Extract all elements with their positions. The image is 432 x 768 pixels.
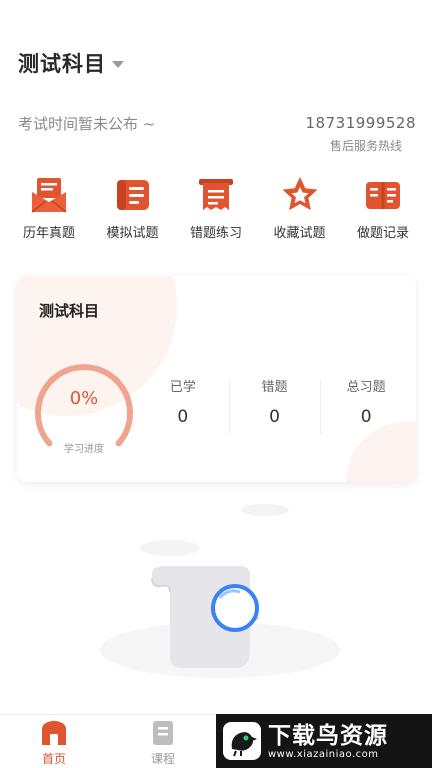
home-icon [42, 721, 66, 745]
course-icon [153, 721, 173, 745]
menu-label-past-exams: 历年真题 [22, 226, 75, 241]
subject-title: 测试科目 [18, 52, 106, 76]
subject-selector[interactable]: 测试科目 [18, 48, 124, 78]
card-subject-title: 测试科目 [39, 302, 100, 320]
menu-item-favorites[interactable]: 收藏试题 [263, 174, 337, 241]
tab-home[interactable]: 首页 [22, 719, 86, 767]
menu-label-wrong-questions: 错题练习 [189, 226, 242, 241]
hotline-label: 售后服务热线 [329, 139, 402, 153]
stat-total[interactable]: 总习题 0 [320, 376, 412, 434]
menu-label-favorites: 收藏试题 [273, 226, 326, 241]
exam-time-text: 考试时间暂未公布 ~ [18, 115, 156, 133]
empty-state-illustration [100, 504, 340, 678]
progress-card[interactable]: 测试科目 0% 学习进度 已学 0 错题 0 总习题 0 [17, 276, 416, 482]
star-icon [279, 174, 321, 216]
tab-course-label: 课程 [150, 752, 175, 766]
tab-course[interactable]: 课程 [131, 719, 195, 767]
stat-label: 错题 [261, 380, 288, 395]
card-decoration [346, 422, 416, 482]
watermark-url: www.xiazainiao.com [268, 748, 379, 760]
progress-percent: 0% [69, 388, 99, 409]
menu-label-mock-exams: 模拟试题 [106, 226, 159, 241]
quick-menu: 历年真题 模拟试题 错题练习 收藏试题 做题记录 [0, 174, 432, 241]
watermark-banner: 下载鸟资源 www.xiazainiao.com [216, 714, 432, 768]
hotline-phone[interactable]: 18731999528 [306, 114, 416, 132]
receipt-icon [195, 174, 237, 216]
stat-wrong[interactable]: 错题 0 [228, 376, 321, 434]
stat-label: 总习题 [346, 380, 386, 395]
caret-down-icon [112, 60, 124, 68]
menu-item-past-exams[interactable]: 历年真题 [12, 174, 86, 241]
bird-logo-icon [223, 722, 261, 760]
menu-item-history[interactable]: 做题记录 [346, 174, 420, 241]
menu-item-mock-exams[interactable]: 模拟试题 [96, 174, 170, 241]
menu-item-wrong-questions[interactable]: 错题练习 [179, 174, 253, 241]
document-icon [112, 174, 154, 216]
book-icon [362, 174, 404, 216]
menu-label-history: 做题记录 [356, 226, 409, 241]
stat-value: 0 [360, 407, 372, 427]
stats-row: 已学 0 错题 0 总习题 0 [137, 376, 412, 434]
progress-label: 学习进度 [64, 444, 104, 455]
envelope-icon [28, 174, 70, 216]
tab-home-label: 首页 [41, 752, 66, 766]
stat-label: 已学 [169, 380, 196, 395]
stat-learned[interactable]: 已学 0 [137, 376, 229, 427]
stat-value: 0 [269, 407, 280, 427]
watermark-text: 下载鸟资源 www.xiazainiao.com [268, 723, 388, 760]
stat-value: 0 [177, 407, 189, 427]
watermark-title: 下载鸟资源 [268, 722, 388, 749]
